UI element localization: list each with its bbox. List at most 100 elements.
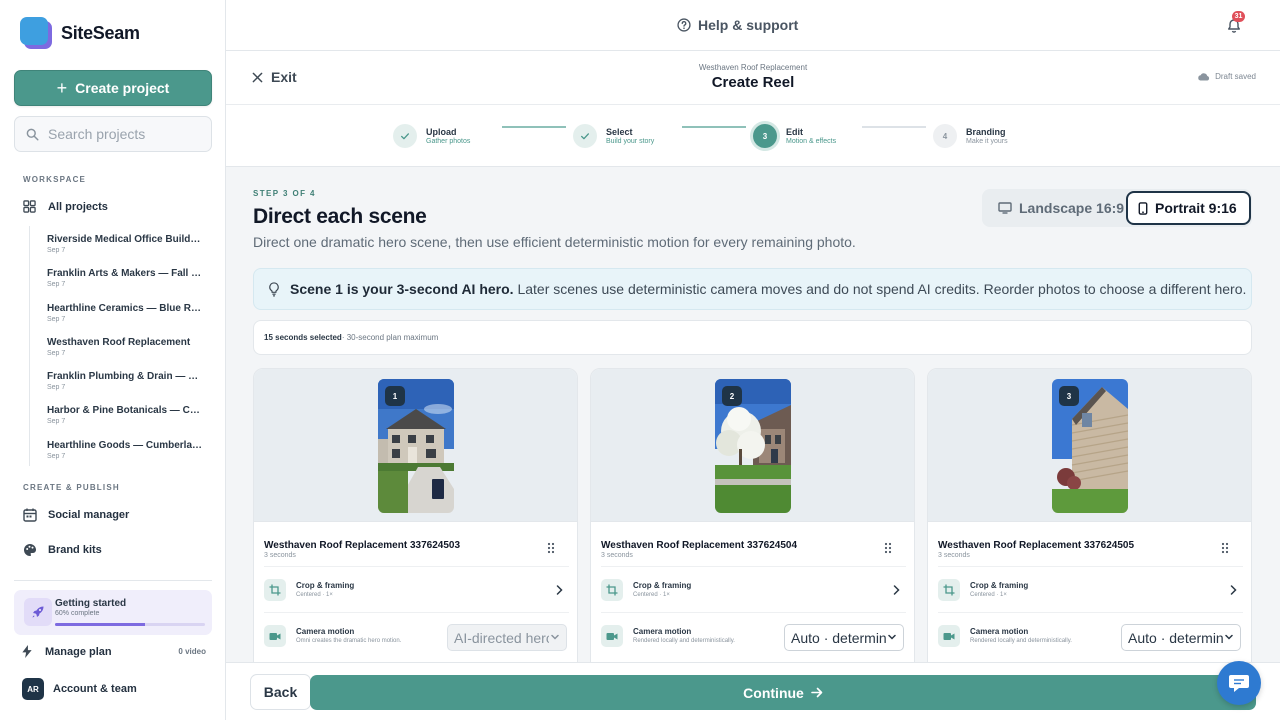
reel-header: Exit Westhaven Roof Replacement Create R… xyxy=(226,51,1280,105)
page-header-title: Create Reel xyxy=(711,74,795,91)
card-divider xyxy=(601,566,906,567)
crop-value: Centered · 1× xyxy=(970,592,1007,598)
step-number: 4 xyxy=(933,124,957,148)
step-connector xyxy=(682,126,746,128)
chat-support-button[interactable] xyxy=(1217,661,1261,705)
camera-motion-value: Auto · deterministic xyxy=(1128,629,1223,646)
chevron-right-icon[interactable] xyxy=(893,585,900,595)
nav-all-projects[interactable]: All projects xyxy=(22,199,108,214)
step-upload[interactable]: Upload Gather photos xyxy=(393,124,470,148)
create-project-button[interactable]: + Create project xyxy=(14,70,212,106)
portrait-option[interactable]: Portrait 9:16 xyxy=(1126,191,1251,225)
project-name: Hearthline Goods — Cumberlan… xyxy=(47,439,203,451)
stepper: Upload Gather photos Select Build your sto… xyxy=(226,105,1280,167)
project-date: Sep 7 xyxy=(47,452,66,460)
scene-thumb-area: 3 xyxy=(928,369,1251,522)
camera-motion-value: Auto · deterministic xyxy=(791,629,886,646)
project-item[interactable]: Franklin Arts & Makers — Fall Ca… Sep 7 xyxy=(47,260,209,294)
notification-badge: 31 xyxy=(1232,11,1245,22)
brand[interactable]: SiteSeam xyxy=(20,17,140,49)
camera-motion-select[interactable]: Auto · deterministic xyxy=(784,624,904,651)
search-projects-input[interactable]: Search projects xyxy=(14,116,212,152)
step-subtitle: Make it yours xyxy=(966,138,1008,145)
cloud-icon xyxy=(1198,73,1210,81)
project-name: Riverside Medical Office Buildout xyxy=(47,234,203,245)
drag-handle-icon[interactable] xyxy=(1221,542,1229,554)
help-icon xyxy=(677,18,691,32)
scene-photo[interactable]: 2 xyxy=(715,379,791,513)
continue-button[interactable]: Continue xyxy=(310,675,1256,710)
project-name-header: Westhaven Roof Replacement xyxy=(698,63,808,72)
help-support-link[interactable]: Help & support xyxy=(677,17,798,33)
portrait-label: Portrait 9:16 xyxy=(1155,200,1237,216)
step-edit[interactable]: 3 Edit Motion & effects xyxy=(753,124,836,148)
page-description: Direct one dramatic hero scene, then use… xyxy=(253,234,856,250)
project-item[interactable]: Franklin Plumbing & Drain — Jo… Sep 7 xyxy=(47,363,209,397)
scene-title: Westhaven Roof Replacement 337624504 xyxy=(601,540,798,551)
palette-icon xyxy=(22,542,37,557)
project-item[interactable]: Westhaven Roof Replacement Sep 7 xyxy=(47,329,209,363)
tip-bold: Scene 1 is your 3-second AI hero. xyxy=(290,281,514,297)
draft-status: Draft saved xyxy=(1197,72,1256,81)
scene-photo[interactable]: 3 xyxy=(1052,379,1128,513)
crop-icon xyxy=(601,579,623,601)
plus-icon: + xyxy=(56,78,68,98)
chevron-right-icon[interactable] xyxy=(1230,585,1237,595)
manage-plan-label: Manage plan xyxy=(45,645,112,658)
project-name: Harbor & Pine Botanicals — Coa… xyxy=(47,405,203,417)
scene-duration: 3 seconds xyxy=(601,552,633,559)
step-branding[interactable]: 4 Branding Make it yours xyxy=(933,124,1008,148)
getting-started-title: Getting started xyxy=(55,598,127,609)
scene-thumb-area: 1 xyxy=(254,369,577,522)
rocket-icon xyxy=(24,598,52,626)
scene-number-badge: 3 xyxy=(1059,386,1079,406)
draft-label: Draft saved xyxy=(1215,72,1256,81)
nav-all-projects-label: All projects xyxy=(48,200,108,213)
scene-number-badge: 1 xyxy=(385,386,405,406)
check-icon xyxy=(573,124,597,148)
chat-icon xyxy=(1229,675,1249,692)
project-date: Sep 7 xyxy=(47,315,66,323)
scene-photo[interactable]: 1 xyxy=(378,379,454,513)
crop-label[interactable]: Crop & framing xyxy=(296,581,354,590)
grid-icon xyxy=(22,199,37,214)
project-item[interactable]: Riverside Medical Office Buildout Sep 7 xyxy=(47,226,209,260)
manage-plan[interactable]: Manage plan 0 video xyxy=(22,645,206,658)
project-name: Franklin Plumbing & Drain — Jo… xyxy=(47,371,203,383)
drag-handle-icon[interactable] xyxy=(547,542,555,554)
scene-title: Westhaven Roof Replacement 337624505 xyxy=(938,540,1135,551)
step-select[interactable]: Select Build your story xyxy=(573,124,654,148)
crop-label[interactable]: Crop & framing xyxy=(633,581,691,590)
account-label: Account & team xyxy=(53,683,137,695)
camera-motion-select[interactable]: AI-directed hero xyxy=(447,624,567,651)
step-title: Edit xyxy=(786,127,803,137)
page-title: Direct each scene xyxy=(253,205,427,228)
project-item[interactable]: Hearthline Goods — Cumberlan… Sep 7 xyxy=(47,432,209,466)
project-item[interactable]: Hearthline Ceramics — Blue Rid… Sep 7 xyxy=(47,295,209,329)
scene-duration: 3 seconds xyxy=(938,552,970,559)
step-title: Select xyxy=(606,127,633,137)
sidebar: SiteSeam + Create project Search project… xyxy=(0,0,226,720)
nav-social-manager[interactable]: Social manager xyxy=(22,507,129,522)
nav-brand-kits[interactable]: Brand kits xyxy=(22,542,102,557)
project-item[interactable]: Harbor & Pine Botanicals — Coa… Sep 7 xyxy=(47,397,209,431)
camera-motion-desc: Omni creates the dramatic hero motion. xyxy=(296,638,402,644)
chevron-right-icon[interactable] xyxy=(556,585,563,595)
project-list: Riverside Medical Office Buildout Sep 7 F… xyxy=(29,226,209,467)
project-date: Sep 7 xyxy=(47,418,66,426)
create-publish-label: CREATE & PUBLISH xyxy=(23,483,120,492)
camera-motion-label: Camera motion xyxy=(970,627,1029,636)
landscape-option[interactable]: Landscape 16:9 xyxy=(998,193,1124,223)
step-subtitle: Gather photos xyxy=(426,138,471,145)
back-button[interactable]: Back xyxy=(250,674,311,710)
drag-handle-icon[interactable] xyxy=(884,542,892,554)
getting-started-card[interactable]: Getting started 60% complete xyxy=(14,590,212,635)
crop-label[interactable]: Crop & framing xyxy=(970,581,1028,590)
camera-motion-select[interactable]: Auto · deterministic xyxy=(1121,624,1241,651)
selected-seconds: 15 seconds selected xyxy=(264,333,342,342)
selection-summary: 15 seconds selected · 30-second plan max… xyxy=(253,320,1252,355)
hero-tip-banner: Scene 1 is your 3-second AI hero. Later … xyxy=(253,268,1252,310)
card-divider xyxy=(264,612,569,613)
account-team[interactable]: AR Account & team xyxy=(22,678,137,700)
check-icon xyxy=(393,124,417,148)
